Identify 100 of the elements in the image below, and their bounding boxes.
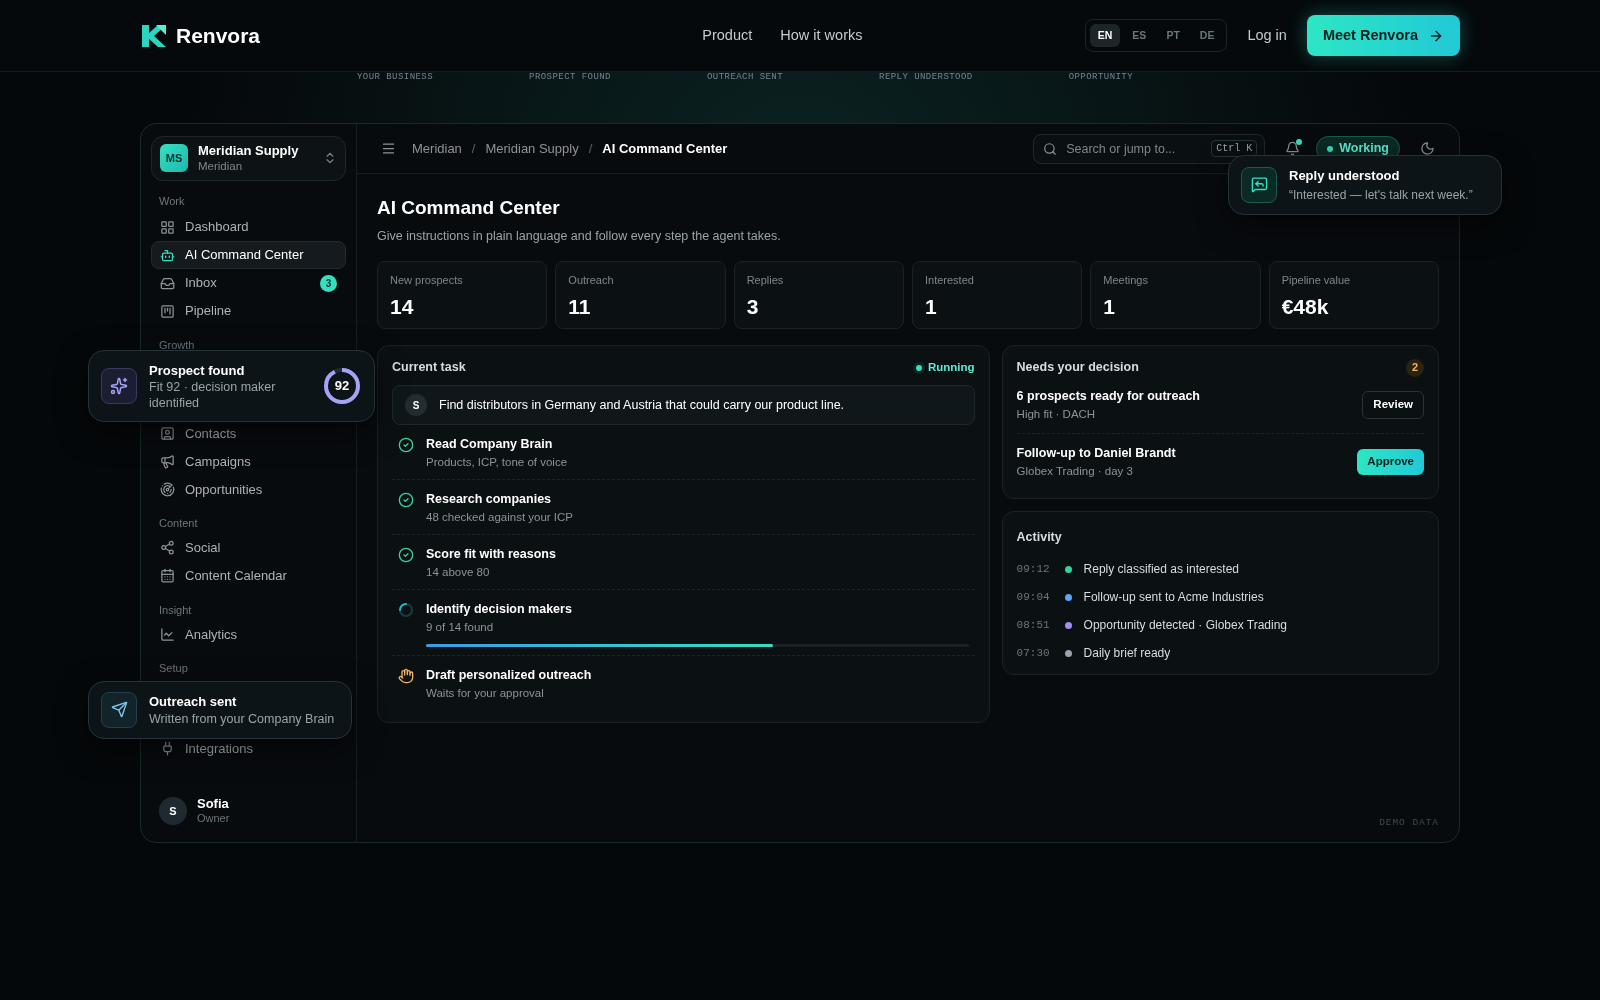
breadcrumb-separator: / xyxy=(471,139,476,158)
stat-label: Outreach xyxy=(568,273,615,289)
share-icon xyxy=(160,540,175,556)
send-icon xyxy=(101,691,137,728)
moon-icon[interactable] xyxy=(1420,141,1435,156)
status-label: Running xyxy=(915,359,975,377)
spinner-icon xyxy=(398,602,414,618)
stat-label: Pipeline value xyxy=(1281,273,1352,289)
user-name: Sofia xyxy=(197,796,230,813)
sidebar-item[interactable]: Opportunities xyxy=(151,475,346,504)
workspace-switcher[interactable]: MS Meridian Supply Meridian xyxy=(151,136,346,181)
hand-icon xyxy=(398,668,414,684)
section-label: Work xyxy=(158,193,186,209)
step-detail: Waits for your approval xyxy=(426,685,545,701)
section-label: Content xyxy=(158,516,199,532)
breadcrumb-link[interactable]: Meridian Supply xyxy=(485,138,579,159)
sidebar-item[interactable]: AI Command Center xyxy=(151,241,346,270)
review-button[interactable]: Review xyxy=(1362,391,1424,419)
sidebar-item[interactable]: Inbox 3 xyxy=(151,269,346,298)
stat-label: New prospects xyxy=(390,273,464,289)
step-title: Read Company Brain xyxy=(426,436,554,453)
step-label: REPLY UNDERSTOOD xyxy=(879,72,973,84)
stat-value: 14 xyxy=(390,293,415,320)
megaphone-icon xyxy=(160,453,175,469)
activity-text: Reply classified as interested xyxy=(1083,561,1239,578)
section-label: Growth xyxy=(158,338,196,354)
activity-text: Follow-up sent to Acme Industries xyxy=(1083,589,1264,606)
breadcrumb-link[interactable]: Meridian xyxy=(412,138,462,159)
decision-title: 6 prospects ready for outreach xyxy=(1016,388,1201,405)
calendar-icon xyxy=(160,568,175,584)
search-icon xyxy=(1043,141,1058,156)
menu-icon[interactable] xyxy=(381,141,396,156)
cta-button[interactable]: Meet Renvora xyxy=(1306,14,1460,57)
stat-value: €48k xyxy=(1281,293,1330,320)
toast-text: “Interested — let's talk next week.” xyxy=(1289,186,1473,204)
section-label: Insight xyxy=(158,602,193,618)
workspace-name: Meridian Supply xyxy=(198,143,300,160)
step-detail: Products, ICP, tone of voice xyxy=(426,454,569,470)
step-label: OPPORTUNITY xyxy=(1068,72,1134,84)
count-badge: 2 xyxy=(1406,358,1424,377)
stat-label: Meetings xyxy=(1103,273,1149,289)
panel-title: Current task xyxy=(392,359,466,377)
score-value: 92 xyxy=(334,377,350,396)
card-title: Prospect found xyxy=(149,361,246,380)
prompt-text: Find distributors in Germany and Austria that could carry our product line. xyxy=(439,396,845,414)
sidebar-item[interactable]: Content Calendar xyxy=(151,561,346,590)
logo-icon xyxy=(140,22,168,49)
sidebar-item[interactable]: Analytics xyxy=(151,620,346,649)
breadcrumb-separator: / xyxy=(588,139,593,158)
step-detail: 48 checked against your ICP xyxy=(426,509,575,525)
user-role: Owner xyxy=(197,812,230,826)
step-detail: 9 of 14 found xyxy=(426,619,495,635)
contact-icon xyxy=(160,425,175,441)
login-link[interactable]: Log in xyxy=(1247,24,1287,47)
step-title: Research companies xyxy=(426,491,553,508)
page-title: AI Command Center xyxy=(377,196,560,220)
card-title: Outreach sent xyxy=(149,693,238,712)
toast-title: Reply understood xyxy=(1289,167,1401,185)
sidebar-item[interactable]: Integrations xyxy=(151,734,346,763)
robot-icon xyxy=(160,247,175,263)
card-text: Fit 92 · decision maker identified xyxy=(149,380,277,412)
step-label: OUTREACH SENT xyxy=(707,72,784,84)
target-icon xyxy=(160,481,175,497)
board-icon xyxy=(160,303,175,319)
panel-title: Needs your decision xyxy=(1016,359,1139,377)
sparkles-icon xyxy=(101,368,137,404)
language-tab[interactable]: PT xyxy=(1158,23,1188,48)
workspace-avatar: MS xyxy=(160,144,188,173)
card-text: Written from your Company Brain xyxy=(149,711,336,728)
bell-icon[interactable] xyxy=(1285,141,1301,156)
breadcrumb-link[interactable]: AI Command Center xyxy=(602,138,728,159)
decision-detail: High fit · DACH xyxy=(1016,406,1097,422)
sidebar-item[interactable]: Pipeline xyxy=(151,297,346,326)
brand-name: Renvora xyxy=(176,22,261,49)
activity-text: Opportunity detected · Globex Trading xyxy=(1083,617,1288,634)
decision-title: Follow-up to Daniel Brandt xyxy=(1016,445,1177,462)
grid-icon xyxy=(160,219,175,235)
panel-title: Activity xyxy=(1016,530,1062,544)
language-tab[interactable]: EN xyxy=(1089,23,1121,48)
reply-icon xyxy=(1241,166,1277,203)
activity-time: 08:51 xyxy=(1016,617,1051,633)
language-tab[interactable]: DE xyxy=(1191,23,1223,48)
stat-value: 3 xyxy=(746,293,760,320)
step-detail: 14 above 80 xyxy=(426,564,491,580)
section-label: Setup xyxy=(158,661,189,677)
sidebar-item[interactable]: Campaigns xyxy=(151,447,346,476)
page-subtitle: Give instructions in plain language and follow every step the agent takes. xyxy=(377,227,781,245)
nav-link[interactable]: Product xyxy=(702,24,753,47)
activity-time: 09:12 xyxy=(1016,561,1051,577)
activity-text: Daily brief ready xyxy=(1083,645,1171,662)
sidebar-item[interactable]: Dashboard xyxy=(151,213,346,242)
nav-link[interactable]: How it works xyxy=(780,24,863,47)
sidebar-item[interactable]: Contacts xyxy=(151,419,346,448)
sidebar-item[interactable]: Social xyxy=(151,533,346,562)
activity-time: 09:04 xyxy=(1016,589,1051,605)
approve-button[interactable]: Approve xyxy=(1357,449,1424,475)
prompt-avatar: S xyxy=(405,394,427,416)
chart-icon xyxy=(160,626,175,642)
count-badge: 3 xyxy=(320,274,337,292)
language-tab[interactable]: ES xyxy=(1124,23,1155,48)
